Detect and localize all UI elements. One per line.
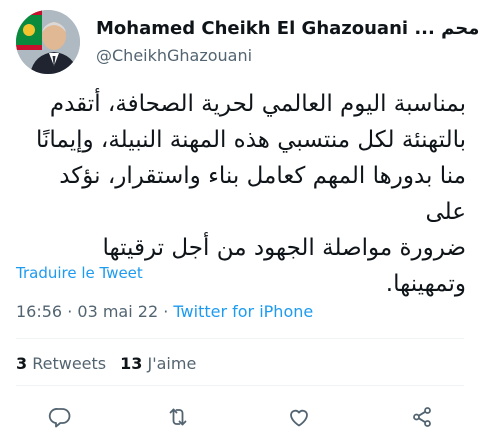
translate-tweet-link[interactable]: Traduire le Tweet: [16, 264, 143, 282]
share-button[interactable]: [407, 402, 437, 432]
likes-label: J'aime: [147, 354, 197, 373]
tweet-header: Mohamed Cheikh El Ghazouani ... محم @Che…: [16, 10, 479, 82]
avatar[interactable]: [16, 10, 80, 74]
tweet-stats: 3 Retweets 13 J'aime: [16, 354, 196, 373]
reply-button[interactable]: [45, 402, 75, 432]
tweet-time[interactable]: 16:56: [16, 302, 62, 321]
likes-stat[interactable]: 13 J'aime: [120, 354, 196, 373]
like-button[interactable]: [284, 402, 314, 432]
divider: [16, 385, 464, 386]
like-icon: [290, 409, 308, 427]
meta-separator: ·: [163, 302, 169, 321]
share-icon: [413, 407, 431, 427]
retweet-button[interactable]: [163, 402, 193, 432]
author-handle[interactable]: @CheikhGhazouani: [96, 46, 252, 65]
divider: [16, 338, 464, 339]
meta-separator: ·: [67, 302, 73, 321]
tweet-meta: 16:56 · 03 mai 22 · Twitter for iPhone: [16, 302, 313, 321]
retweets-count: 3: [16, 354, 28, 373]
likes-count: 13: [120, 354, 143, 373]
tweet-actions: [0, 402, 480, 436]
retweets-stat[interactable]: 3 Retweets: [16, 354, 106, 373]
author-display-name[interactable]: Mohamed Cheikh El Ghazouani ... محم: [96, 18, 479, 39]
retweets-label: Retweets: [32, 354, 107, 373]
author-name-row[interactable]: Mohamed Cheikh El Ghazouani ... محم: [96, 18, 480, 39]
tweet-date[interactable]: 03 mai 22: [77, 302, 158, 321]
tweet-source-link[interactable]: Twitter for iPhone: [173, 302, 313, 321]
reply-icon: [48, 408, 71, 428]
retweet-icon: [169, 408, 187, 426]
